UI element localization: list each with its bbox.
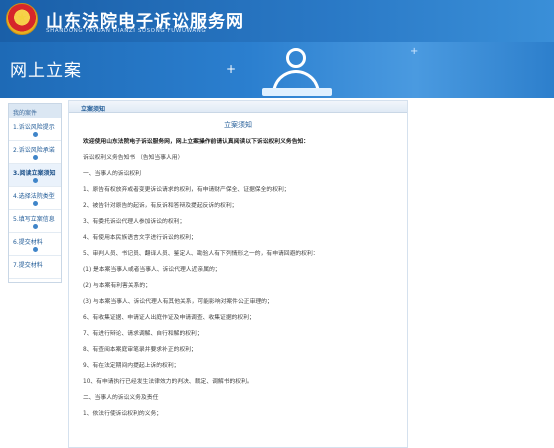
steps-nav: 我的案件 1.诉讼风险提示 2.诉讼风险承诺 3.阅读立案须知 4.选择法院类型… [8, 103, 62, 283]
notice-paragraph: 4、有使用本民族语言文字进行诉讼的权利； [83, 235, 197, 241]
document-title: 立案须知 [224, 121, 252, 129]
step-dot-icon [33, 224, 38, 229]
notice-paragraph: 3、有委托诉讼代理人参加诉讼的权利； [83, 219, 186, 225]
notice-paragraph: 8、有查阅本案庭审笔录并要求补正的权利； [83, 347, 197, 353]
site-subtitle: SHANDONG FAYUAN DIANZI SUSONG FUWUWANG [46, 28, 207, 34]
notice-paragraph: 一、当事人的诉讼权利 [83, 171, 141, 177]
section-banner: 网上立案 + + [0, 42, 554, 98]
notice-paragraph: 10、有申请执行已经发生法律效力的判决、裁定、调解书的权利。 [83, 379, 253, 385]
step-label: 7.提交材料 [13, 262, 43, 269]
step-dot-icon [33, 247, 38, 252]
steps-heading: 我的案件 [9, 104, 61, 118]
intro-text: 欢迎使用山东法院电子诉讼服务网，网上立案操作前请认真阅读以下诉讼权利义务告知： [83, 139, 310, 145]
step-dot-icon [33, 132, 38, 137]
step-dot-icon [33, 178, 38, 183]
step-label: 5.填写立案信息 [13, 216, 55, 223]
step-dot-icon [33, 201, 38, 206]
person-at-desk-icon [262, 44, 332, 98]
step-label: 6.提交材料 [13, 239, 43, 246]
panel-heading: 立案须知 [69, 101, 407, 113]
notice-paragraph: 2、被告针对原告的起诉，有反诉和答辩及提起反诉的权利； [83, 203, 238, 209]
notice-paragraph: 二、当事人的诉讼义务及责任 [83, 395, 159, 401]
step-item[interactable]: 5.填写立案信息 [9, 210, 61, 233]
notice-paragraph: 9、有在法定期间内提起上诉的权利； [83, 363, 180, 369]
notice-paragraph: 6、有收集证据、申请证人出庭作证及申请调查、收集证据的权利； [83, 315, 255, 321]
step-label: 3.阅读立案须知 [13, 170, 56, 177]
notice-paragraph: (1) 是本案当事人或者当事人、诉讼代理人近亲属的； [83, 267, 221, 273]
step-label: 2.诉讼风险承诺 [13, 147, 55, 154]
step-item[interactable]: 7.提交材料 [9, 256, 61, 279]
step-item-current[interactable]: 3.阅读立案须知 [9, 164, 61, 187]
step-label: 4.选择法院类型 [13, 193, 55, 200]
notice-paragraph: 1、依法行使诉讼权利的义务； [83, 411, 163, 417]
notice-paragraph: (3) 与本案当事人、诉讼代理人有其他关系，可能影响对案件公正审理的； [83, 299, 273, 305]
plus-decoration-icon: + [226, 62, 237, 76]
section-title: 网上立案 [10, 61, 82, 81]
site-header: 山东法院电子诉讼服务网 SHANDONG FAYUAN DIANZI SUSON… [0, 0, 554, 42]
filing-notice-panel: 立案须知 立案须知 欢迎使用山东法院电子诉讼服务网，网上立案操作前请认真阅读以下… [68, 100, 408, 448]
notice-paragraph: 诉讼权利义务告知书 （告知当事人用） [83, 155, 184, 161]
plus-decoration-icon: + [410, 46, 419, 57]
step-item[interactable]: 6.提交材料 [9, 233, 61, 256]
step-item[interactable]: 1.诉讼风险提示 [9, 118, 61, 141]
step-label: 1.诉讼风险提示 [13, 124, 55, 131]
notice-paragraph: 5、审判人员、书记员、翻译人员、鉴定人、勘验人有下列情形之一的，有申请回避的权利… [83, 251, 319, 257]
notice-paragraph: 1、原告有权放弃或者变更诉讼请求的权利，有申请财产保全、证据保全的权利； [83, 187, 290, 193]
step-item[interactable]: 4.选择法院类型 [9, 187, 61, 210]
step-item[interactable]: 2.诉讼风险承诺 [9, 141, 61, 164]
notice-paragraph: 7、有进行辩论、请求调解、自行和解的权利； [83, 331, 203, 337]
notice-paragraph: (2) 与本案有利害关系的； [83, 283, 152, 289]
step-dot-icon [33, 155, 38, 160]
court-emblem-icon [6, 3, 38, 35]
